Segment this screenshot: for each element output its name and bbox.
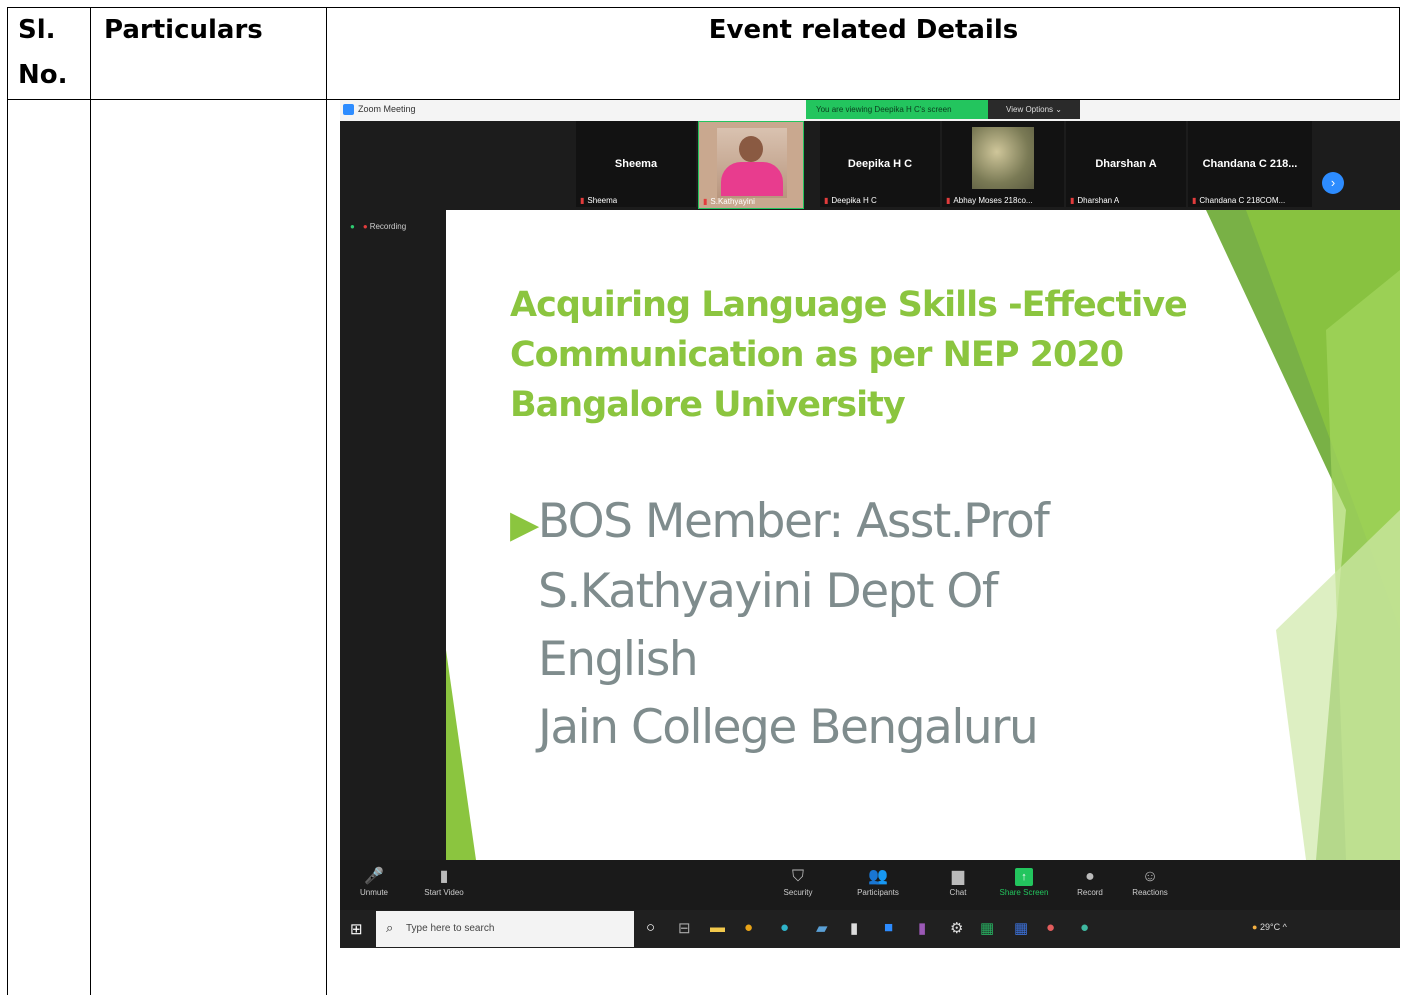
participant-name: Chandana C 218... <box>1202 158 1298 170</box>
bullet-triangle-icon: ▶ <box>510 502 539 546</box>
chat-icon: ▆ <box>951 868 965 885</box>
mic-muted-icon: 🎤 <box>364 868 384 885</box>
search-placeholder: Type here to search <box>406 923 495 934</box>
unmute-button[interactable]: 🎤 Unmute <box>344 866 404 897</box>
header-sl: Sl. <box>18 15 56 45</box>
slide-bullet: ▶BOS Member: Asst.Prof S.Kathyayini Dept… <box>510 494 1050 755</box>
viewing-banner: You are viewing Deepika H C's screen <box>806 100 988 119</box>
reactions-icon: ☺ <box>1141 868 1159 885</box>
excel-icon[interactable]: ▦ <box>980 919 994 937</box>
chrome-icon[interactable]: ● <box>744 919 753 936</box>
participant-body <box>721 162 783 196</box>
store-icon[interactable]: ▰ <box>816 919 828 937</box>
slide-title: Acquiring Language Skills -Effective Com… <box>510 285 1188 425</box>
participant-tile[interactable]: ▮ S.Kathyayini <box>698 121 804 209</box>
participants-icon: 👥 <box>868 868 888 885</box>
participant-label: ▮ Sheema <box>580 196 618 205</box>
file-explorer-icon[interactable]: ▬ <box>710 919 725 936</box>
task-view-icon[interactable]: ○ <box>646 919 655 936</box>
app-icon-2[interactable]: ● <box>1080 919 1089 936</box>
table-border-top <box>7 7 1400 8</box>
participant-photo <box>972 127 1034 189</box>
participant-name: Sheema <box>614 158 658 170</box>
participant-tile[interactable]: ▮ Abhay Moses 218co... <box>942 121 1064 207</box>
recording-indicator: ● ● Recording <box>350 222 407 231</box>
share-screen-button[interactable]: ↑ Share Screen <box>994 866 1054 897</box>
system-tray: ● 29°C ^ <box>1252 922 1287 932</box>
muted-mic-icon: ▮ <box>580 196 585 205</box>
settings-icon[interactable]: ⚙ <box>950 919 963 937</box>
onenote-icon[interactable]: ▮ <box>918 919 926 937</box>
security-button[interactable]: ⛉ Security <box>768 866 828 897</box>
share-screen-icon: ↑ <box>1015 868 1033 886</box>
word-icon[interactable]: ▦ <box>1014 919 1028 937</box>
windows-start-icon[interactable]: ⊞ <box>350 920 363 938</box>
windows-taskbar: ⊞ ⌕ Type here to search ○ ⊟ ▬ ● ● ▰ ▮ ■ … <box>340 910 1400 948</box>
search-icon: ⌕ <box>386 920 394 935</box>
participants-button[interactable]: 👥 Participants <box>848 866 908 897</box>
notepad-icon[interactable]: ▮ <box>850 919 858 937</box>
participant-name: Dharshan A <box>1095 158 1157 170</box>
weather-icon: ● <box>1252 922 1258 932</box>
header-no: No. <box>18 60 68 90</box>
video-off-icon: ▮ <box>439 868 449 885</box>
participant-label: ▮ Dharshan A <box>1070 196 1120 205</box>
muted-mic-icon: ▮ <box>703 197 708 206</box>
participant-label: ▮ S.Kathyayini <box>703 197 755 206</box>
participant-tile[interactable]: Chandana C 218... ▮ Chandana C 218COM... <box>1188 121 1312 207</box>
participant-label: ▮ Deepika H C <box>824 196 877 205</box>
zoom-taskbar-icon[interactable]: ■ <box>884 919 893 936</box>
participant-tile[interactable]: Deepika H C ▮ Deepika H C <box>820 121 940 207</box>
header-particulars: Particulars <box>104 15 263 45</box>
record-dot-icon: ● <box>362 222 368 231</box>
muted-mic-icon: ▮ <box>1192 196 1197 205</box>
shield-icon: ● <box>350 222 355 231</box>
next-page-icon[interactable]: › <box>1322 172 1344 194</box>
participant-gallery: Sheema ▮ Sheema ▮ S.Kathyayini Deepika H C… <box>340 121 1400 209</box>
widgets-icon[interactable]: ⊟ <box>678 919 691 937</box>
taskbar-search-box[interactable]: ⌕ Type here to search <box>376 911 634 947</box>
start-video-button[interactable]: ▮ Start Video <box>414 866 474 897</box>
shared-slide: Acquiring Language Skills -Effective Com… <box>446 210 1400 860</box>
participant-name: Deepika H C <box>847 158 913 170</box>
participant-tile[interactable]: Dharshan A ▮ Dharshan A <box>1066 121 1186 207</box>
window-title: Zoom Meeting <box>358 104 416 114</box>
participant-tile[interactable]: Sheema ▮ Sheema <box>576 121 696 207</box>
meeting-toolbar: 🎤 Unmute ▮ Start Video ⛉ Security 👥 Particip… <box>340 860 1400 910</box>
record-icon: ● <box>1085 868 1095 885</box>
muted-mic-icon: ▮ <box>1070 196 1075 205</box>
zoom-logo-icon <box>343 104 354 115</box>
shield-icon: ⛉ <box>791 868 804 885</box>
header-event-details: Event related Details <box>708 15 1019 45</box>
app-icon[interactable]: ● <box>1046 919 1055 936</box>
col-divider-2 <box>326 7 327 995</box>
participant-label: ▮ Abhay Moses 218co... <box>946 196 1033 205</box>
view-options-button[interactable]: View Options ⌄ <box>988 100 1080 119</box>
participant-head <box>739 136 763 162</box>
chat-button[interactable]: ▆ Chat <box>928 866 988 897</box>
col-divider-1 <box>90 7 91 995</box>
muted-mic-icon: ▮ <box>824 196 829 205</box>
edge-icon[interactable]: ● <box>780 919 789 936</box>
participant-label: ▮ Chandana C 218COM... <box>1192 196 1286 205</box>
muted-mic-icon: ▮ <box>946 196 951 205</box>
table-border-left <box>7 7 8 995</box>
reactions-button[interactable]: ☺ Reactions <box>1120 866 1180 897</box>
record-button[interactable]: ● Record <box>1060 866 1120 897</box>
zoom-screenshot: Zoom Meeting You are viewing Deepika H C… <box>340 100 1400 948</box>
